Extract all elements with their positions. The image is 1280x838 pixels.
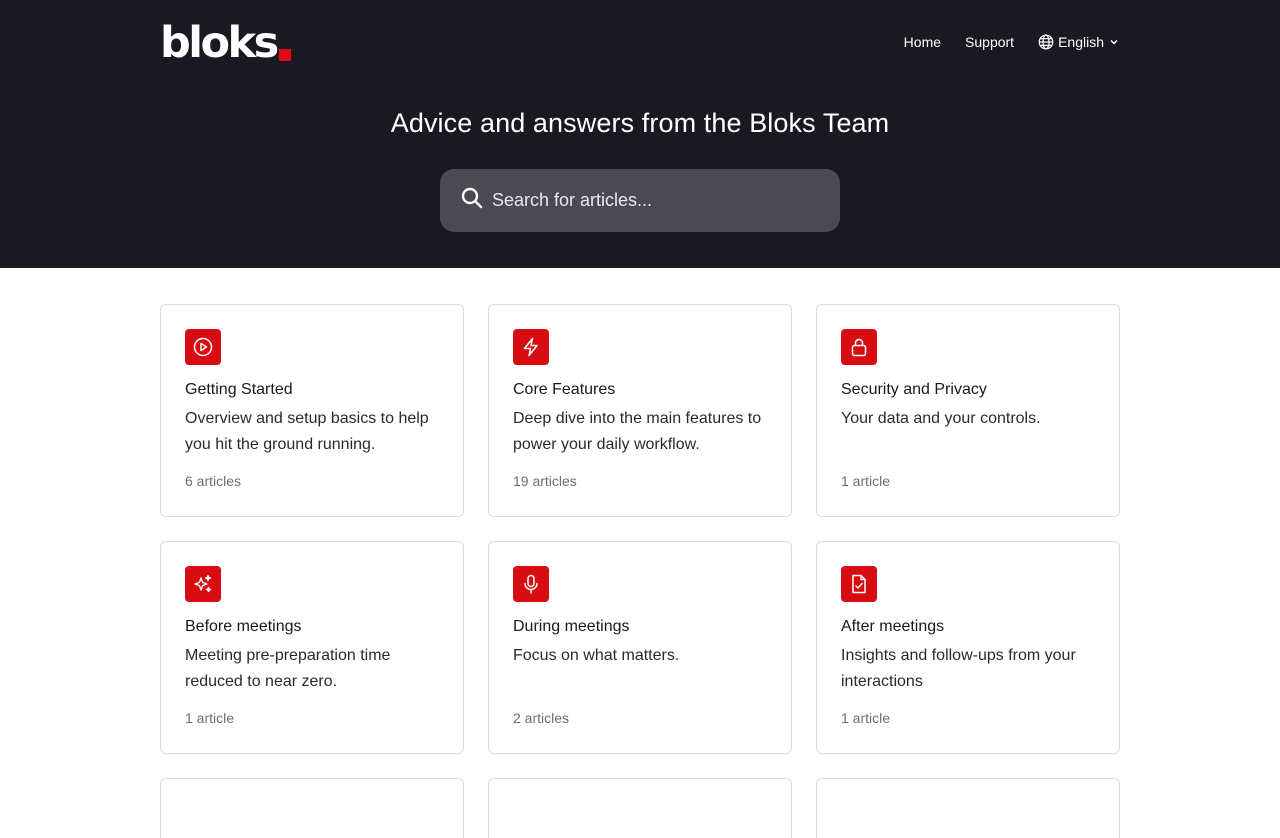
collection-description: Insights and follow-ups from your intera… — [841, 647, 1076, 690]
search-icon — [460, 186, 484, 215]
search-placeholder: Search for articles... — [492, 190, 653, 210]
collection-title: Core Features — [513, 381, 616, 398]
search-input[interactable]: Search for articles... — [440, 169, 840, 232]
article-count: 1 article — [841, 710, 891, 726]
collection-description: Deep dive into the main features to powe… — [513, 410, 762, 453]
sparkles-icon — [185, 566, 221, 602]
play-circle-icon — [185, 329, 221, 365]
collection-title: Getting Started — [185, 381, 293, 398]
collection-card-core-features[interactable]: Core Features Deep dive into the main fe… — [488, 304, 792, 517]
lightning-icon — [513, 329, 549, 365]
article-count: 1 article — [185, 710, 235, 726]
collection-card-partial[interactable] — [488, 778, 792, 838]
nav-support-link[interactable]: Support — [965, 34, 1014, 50]
collection-card-during-meetings[interactable]: During meetings Focus on what matters. 2… — [488, 541, 792, 754]
language-selector[interactable]: English — [1038, 34, 1120, 50]
article-count: 2 articles — [513, 710, 570, 726]
collection-title: Before meetings — [185, 618, 302, 635]
top-navigation: bloks Home Support English — [160, 18, 1120, 68]
article-count: 1 article — [841, 473, 891, 489]
nav-home-link[interactable]: Home — [904, 34, 941, 50]
logo-dot — [278, 49, 291, 61]
microphone-icon — [513, 566, 549, 602]
logo-text: bloks — [160, 18, 279, 68]
collection-title: Security and Privacy — [841, 381, 987, 398]
collection-description: Your data and your controls. — [841, 410, 1041, 427]
lock-icon — [841, 329, 877, 365]
collection-title: After meetings — [841, 618, 945, 635]
globe-icon — [1038, 34, 1054, 50]
page-title: Advice and answers from the Bloks Team — [390, 108, 890, 138]
collection-description: Meeting pre-preparation time reduced to … — [185, 647, 391, 690]
collection-description: Overview and setup basics to help you hi… — [185, 410, 429, 453]
bloks-logo[interactable]: bloks — [160, 18, 291, 68]
collections-grid: Getting Started Overview and setup basic… — [160, 304, 1120, 838]
hero-section: bloks Home Support English Advice and an… — [0, 0, 1280, 268]
collection-card-before-meetings[interactable]: Before meetings Meeting pre-preparation … — [160, 541, 464, 754]
document-check-icon — [841, 566, 877, 602]
article-count: 19 articles — [513, 473, 577, 489]
nav-links: Home Support English — [904, 34, 1120, 50]
collection-card-getting-started[interactable]: Getting Started Overview and setup basic… — [160, 304, 464, 517]
collection-title: During meetings — [513, 618, 630, 635]
collection-card-partial[interactable] — [816, 778, 1120, 838]
collection-description: Focus on what matters. — [513, 647, 680, 664]
article-count: 6 articles — [185, 473, 242, 489]
collection-card-security-privacy[interactable]: Security and Privacy Your data and your … — [816, 304, 1120, 517]
collection-card-after-meetings[interactable]: After meetings Insights and follow-ups f… — [816, 541, 1120, 754]
chevron-down-icon — [1108, 36, 1120, 48]
collection-card-partial[interactable] — [160, 778, 464, 838]
language-label: English — [1058, 34, 1104, 50]
